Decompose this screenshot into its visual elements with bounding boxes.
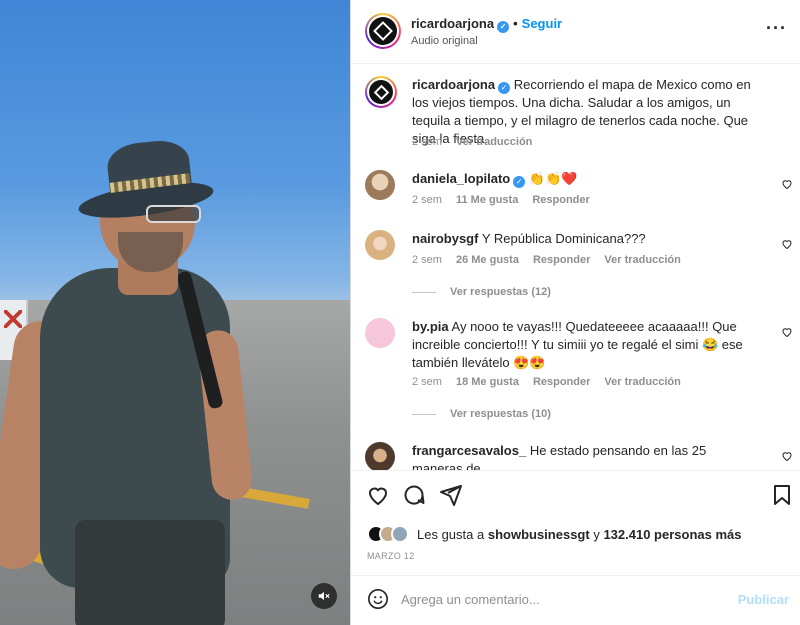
send-icon[interactable] [439,483,463,507]
comment-text: Ay nooo te vayas!!! Quedateeeee acaaaaa!… [412,319,743,370]
caption-time[interactable]: 2 sem [412,136,442,148]
logo-icon [373,21,393,41]
verified-badge-icon: ✓ [497,21,510,33]
speaker-muted-icon [318,591,330,601]
avatar[interactable] [365,170,395,200]
comment-time[interactable]: 2 sem [412,194,442,206]
post-details-panel: ricardoarjona ✓ • Seguir Audio original ···… [350,0,800,625]
logo-icon [373,84,389,100]
likes-prefix: Les gusta a [417,526,485,542]
comment-username[interactable]: nairobysgf [412,231,478,246]
emoji-icon[interactable] [367,588,389,610]
verified-badge-icon: ✓ [513,176,526,188]
publish-button[interactable]: Publicar [738,592,789,607]
translate-link[interactable]: Ver traducción [456,136,532,148]
comment-username[interactable]: daniela_lopilato [412,171,510,186]
header-username[interactable]: ricardoarjona [411,16,494,31]
avatar[interactable] [365,76,397,108]
post-header: ricardoarjona ✓ • Seguir Audio original ··· [351,0,800,64]
reply-button[interactable]: Responder [533,254,590,266]
header-user-line: ricardoarjona ✓ • Seguir [411,16,562,33]
comment-username[interactable]: frangarcesavalos_ [412,443,526,458]
comment-likes[interactable]: 26 Me gusta [456,254,519,266]
heart-icon[interactable] [366,483,390,507]
like-comment-heart-icon[interactable] [781,238,793,250]
comment-input[interactable] [401,588,721,610]
comment-likes[interactable]: 18 Me gusta [456,376,519,388]
comment-username[interactable]: by.pia [412,319,449,334]
like-comment-heart-icon[interactable] [781,178,793,190]
comment-time[interactable]: 2 sem [412,376,442,388]
likes-others[interactable]: 132.410 personas más [603,527,741,542]
likes-summary[interactable]: Les gusta a showbusinessgt y 132.410 per… [367,523,742,545]
comments-list[interactable]: ricardoarjona ✓ Recorriendo el mapa de Me… [351,64,800,470]
likes-connector: y [593,526,600,542]
bookmark-icon[interactable] [770,483,794,507]
comment-text: Y República Dominicana??? [481,231,646,246]
verified-badge-icon: ✓ [498,82,511,94]
follow-button[interactable]: Seguir [522,16,562,31]
comment-likes[interactable]: 11 Me gusta [456,194,518,206]
avatar[interactable] [365,318,395,348]
post-date[interactable]: MARZO 12 [367,551,414,561]
translate-link[interactable]: Ver traducción [604,254,680,266]
comment-text: 👏👏❤️ [528,172,578,187]
mute-button[interactable] [311,583,337,609]
comment-time[interactable]: 2 sem [412,254,442,266]
avatar [391,525,409,543]
comment-icon[interactable] [402,483,426,507]
add-comment-bar: Publicar [351,575,800,625]
caption-username[interactable]: ricardoarjona [412,77,495,92]
reply-button[interactable]: Responder [533,376,590,388]
avatar[interactable] [365,230,395,260]
like-comment-heart-icon[interactable] [781,326,793,338]
translate-link[interactable]: Ver traducción [604,376,680,388]
avatar[interactable] [365,13,401,49]
separator-dot: • [513,16,518,31]
post-media[interactable] [0,0,350,625]
view-replies-button[interactable]: Ver respuestas (12) [412,286,551,298]
likes-user[interactable]: showbusinessgt [488,527,590,542]
avatar[interactable] [365,442,395,470]
person-photo [0,0,350,625]
reply-button[interactable]: Responder [532,194,589,206]
audio-label[interactable]: Audio original [411,35,478,47]
like-comment-heart-icon[interactable] [781,450,793,462]
view-replies-button[interactable]: Ver respuestas (10) [412,408,551,420]
more-options-button[interactable]: ··· [766,18,787,39]
